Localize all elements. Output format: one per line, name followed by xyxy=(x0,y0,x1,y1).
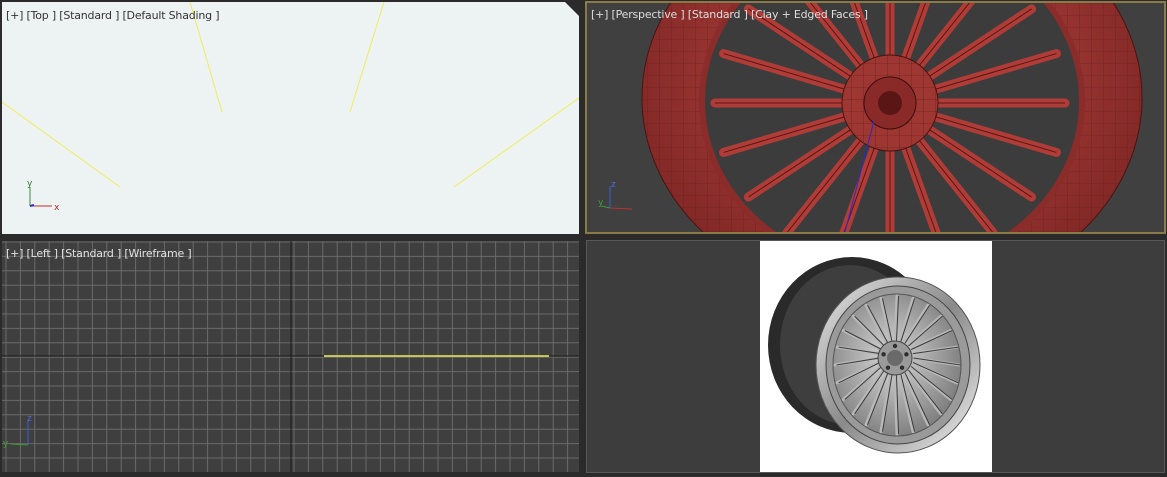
axis-label-y: y xyxy=(27,179,33,189)
light-line xyxy=(453,97,579,188)
top-viewport-scene: y x xyxy=(2,2,579,213)
wheel-clay-model: z y xyxy=(598,3,1143,232)
render-viewport[interactable] xyxy=(586,240,1165,473)
axis-label-x: x xyxy=(54,203,60,213)
axis-gizmo: y x xyxy=(27,179,60,213)
perspective-viewport-label[interactable]: [+] [Perspective ] [Standard ] [Clay + E… xyxy=(591,8,868,21)
viewport-corner xyxy=(565,2,579,16)
perspective-viewport[interactable]: z y [+] [Perspective ] [Standard ] [Clay… xyxy=(585,1,1166,234)
left-viewport-grid: z y xyxy=(2,241,579,472)
light-line xyxy=(2,101,121,188)
axis-label-y: y xyxy=(3,439,9,449)
render-preview-image xyxy=(760,241,992,472)
lug-nut xyxy=(881,352,886,357)
axis-label-y: y xyxy=(598,198,604,208)
axis-label-z: z xyxy=(611,180,616,190)
axis-gizmo: z y xyxy=(598,180,633,210)
left-viewport[interactable]: z y [+] [Left ] [Standard ] [Wireframe ] xyxy=(2,241,579,472)
rendered-wheel xyxy=(768,257,981,454)
lug-nut xyxy=(899,365,905,370)
light-line xyxy=(349,2,385,113)
lug-nut xyxy=(892,343,898,349)
left-viewport-label[interactable]: [+] [Left ] [Standard ] [Wireframe ] xyxy=(6,247,192,260)
lug-nut xyxy=(904,352,909,357)
top-viewport-label[interactable]: [+] [Top ] [Standard ] [Default Shading … xyxy=(6,9,220,22)
top-viewport[interactable]: y x [+] [Top ] [Standard ] [Default Shad… xyxy=(2,2,579,234)
lug-nut xyxy=(885,365,891,370)
axis-label-z: z xyxy=(27,414,32,424)
